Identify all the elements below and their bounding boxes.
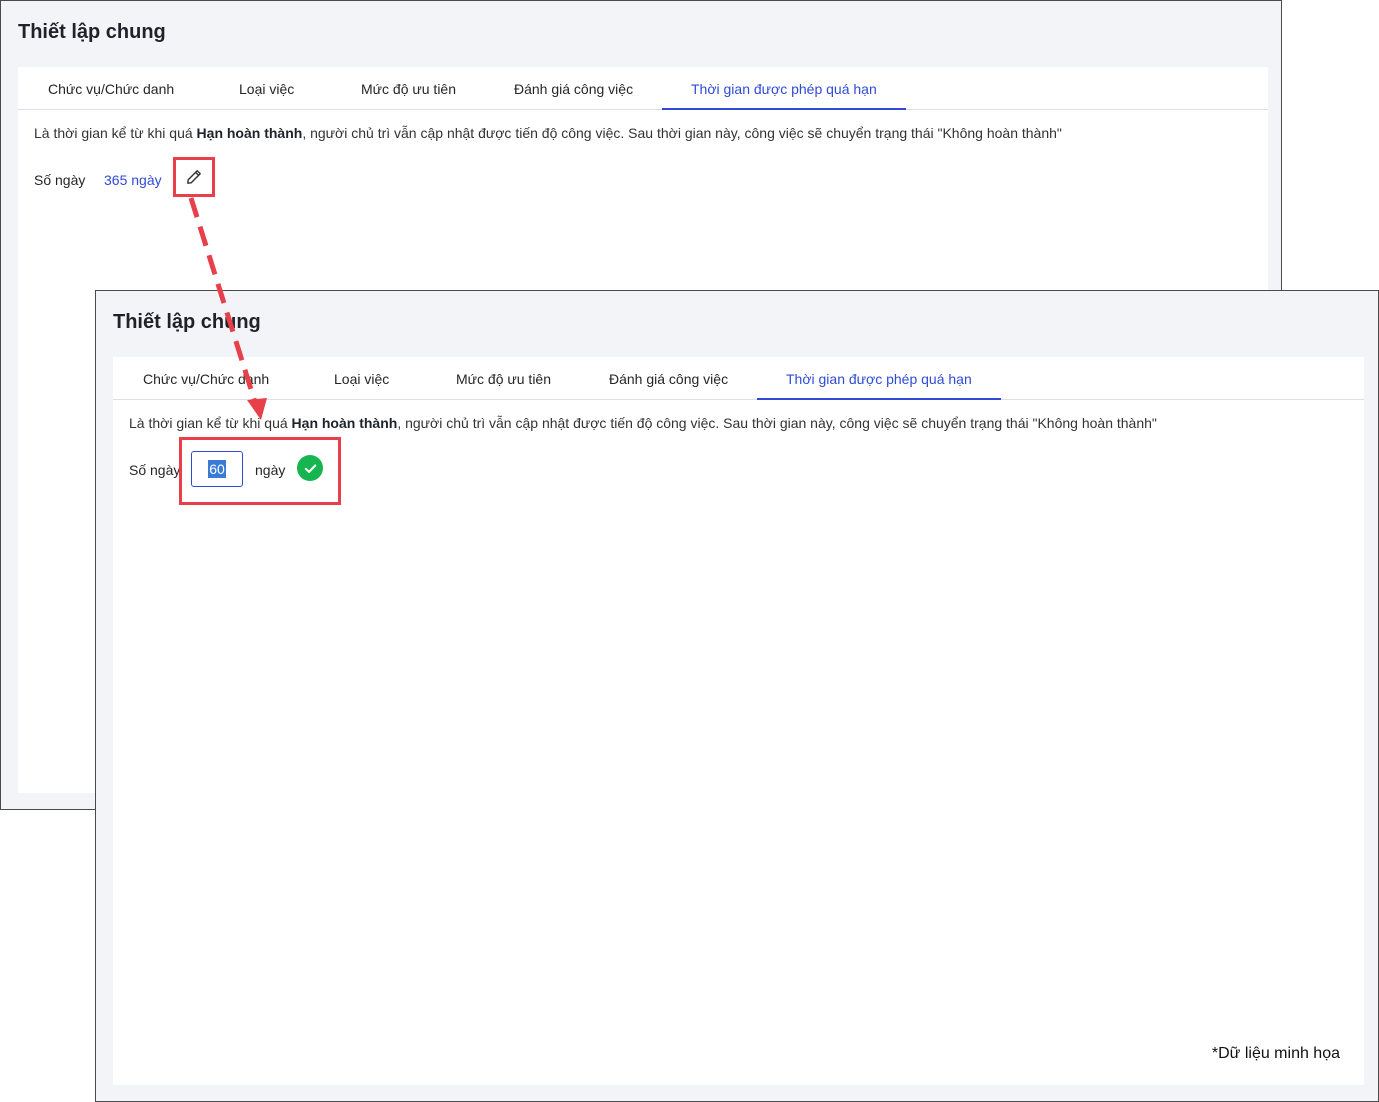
days-value: 365 ngày: [104, 172, 162, 188]
page-title: Thiết lập chung: [113, 311, 261, 333]
edited-field-highlight: [179, 437, 341, 505]
days-label: Số ngày: [34, 172, 86, 188]
tab-task-type[interactable]: Loại việc: [334, 357, 389, 399]
tab-position[interactable]: Chức vụ/Chức danh: [48, 67, 174, 109]
tab-task-evaluation[interactable]: Đánh giá công việc: [514, 67, 633, 109]
days-label: Số ngày: [129, 462, 181, 478]
tab-overdue-allowance[interactable]: Thời gian được phép quá hạn: [786, 357, 972, 399]
tab-bar: Chức vụ/Chức danh Loại việc Mức độ ưu ti…: [113, 357, 1364, 400]
description: Là thời gian kể từ khi quá Hạn hoàn thàn…: [129, 415, 1157, 431]
illustrative-data-note: *Dữ liệu minh họa: [1211, 1045, 1340, 1062]
settings-panel: Chức vụ/Chức danh Loại việc Mức độ ưu ti…: [113, 357, 1364, 1085]
page-title: Thiết lập chung: [18, 21, 166, 43]
tab-priority[interactable]: Mức độ ưu tiên: [456, 357, 551, 399]
tab-task-type[interactable]: Loại việc: [239, 67, 294, 109]
description: Là thời gian kể từ khi quá Hạn hoàn thàn…: [34, 125, 1062, 141]
tab-bar: Chức vụ/Chức danh Loại việc Mức độ ưu ti…: [18, 67, 1268, 110]
active-tab-indicator: [757, 398, 1001, 400]
tab-priority[interactable]: Mức độ ưu tiên: [361, 67, 456, 109]
active-tab-indicator: [662, 108, 906, 110]
tab-position[interactable]: Chức vụ/Chức danh: [143, 357, 269, 399]
pencil-icon: [187, 170, 201, 184]
tab-overdue-allowance[interactable]: Thời gian được phép quá hạn: [691, 67, 877, 109]
tab-task-evaluation[interactable]: Đánh giá công việc: [609, 357, 728, 399]
edit-button[interactable]: [173, 157, 215, 197]
settings-window-after: Thiết lập chung Chức vụ/Chức danh Loại v…: [95, 290, 1379, 1102]
